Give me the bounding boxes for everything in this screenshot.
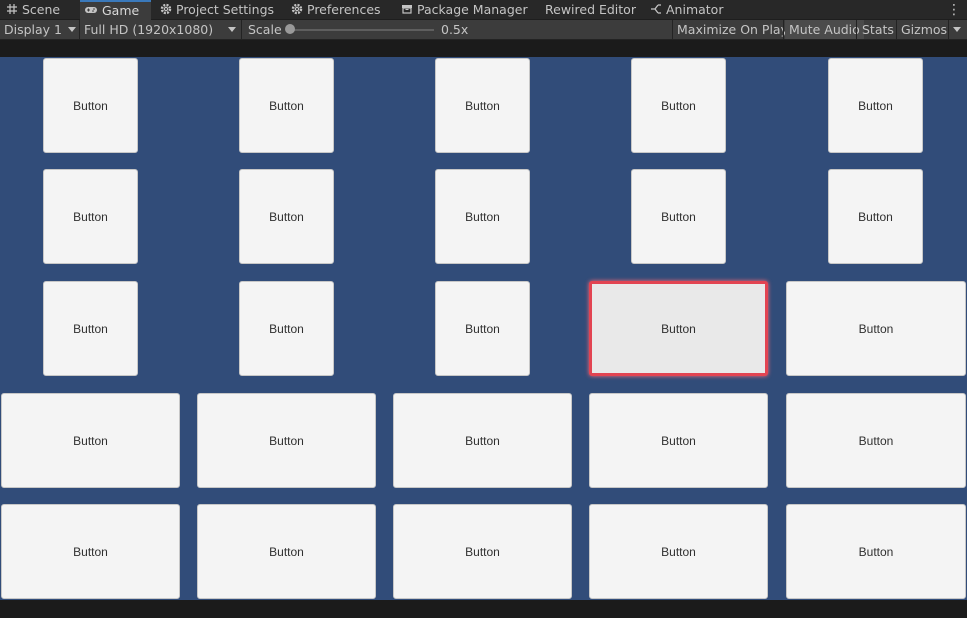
tab-label: Preferences: [307, 2, 381, 17]
grid-icon: [7, 4, 17, 14]
scale-slider-handle[interactable]: [285, 24, 295, 34]
game-view-toolbar: Display 1 Full HD (1920x1080) Scale 0.5x…: [0, 20, 967, 40]
game-button[interactable]: Button: [239, 169, 334, 264]
tab-animator[interactable]: Animator: [650, 0, 723, 20]
game-view-letterbox-bottom: [0, 600, 967, 618]
more-options-icon[interactable]: ⋮: [947, 0, 961, 20]
tab-package-manager[interactable]: Package Manager: [401, 0, 528, 20]
display-dropdown[interactable]: Display 1: [4, 20, 78, 39]
gear-icon: [291, 3, 303, 15]
game-button[interactable]: Button: [631, 58, 726, 153]
divider: [672, 20, 673, 39]
resolution-dropdown-label: Full HD (1920x1080): [84, 22, 214, 37]
game-button[interactable]: Button: [43, 169, 138, 264]
stats-toggle[interactable]: Stats: [862, 20, 894, 39]
chevron-down-icon: [68, 27, 76, 32]
game-button[interactable]: Button: [197, 504, 376, 599]
scale-label: Scale: [248, 22, 282, 37]
gizmos-dropdown-icon[interactable]: [953, 27, 961, 32]
game-view-letterbox-top: [0, 40, 967, 57]
game-button[interactable]: Button: [435, 281, 530, 376]
game-button[interactable]: Button: [589, 504, 768, 599]
divider: [783, 20, 784, 39]
mute-audio-toggle[interactable]: Mute Audio: [785, 20, 864, 39]
tab-label: Rewired Editor: [545, 2, 636, 17]
game-button[interactable]: Button: [1, 504, 180, 599]
game-button[interactable]: Button: [828, 169, 923, 264]
game-button[interactable]: Button: [43, 281, 138, 376]
game-button[interactable]: Button: [828, 58, 923, 153]
resolution-dropdown[interactable]: Full HD (1920x1080): [84, 20, 240, 39]
tab-label: Package Manager: [417, 2, 528, 17]
tab-label: Animator: [666, 2, 724, 17]
game-button[interactable]: Button: [393, 393, 572, 488]
game-button[interactable]: Button: [43, 58, 138, 153]
game-button[interactable]: Button: [786, 281, 966, 376]
display-dropdown-label: Display 1: [4, 22, 63, 37]
scale-slider-track[interactable]: [290, 29, 434, 31]
game-button[interactable]: Button: [239, 58, 334, 153]
chevron-down-icon: [228, 27, 236, 32]
game-button[interactable]: Button: [589, 393, 768, 488]
gear-icon: [160, 3, 172, 15]
game-button[interactable]: Button: [1, 393, 180, 488]
editor-tab-bar: Scene Game Project Settings Preferences …: [0, 0, 967, 20]
game-button-selected[interactable]: Button: [589, 281, 768, 376]
tab-project-settings[interactable]: Project Settings: [160, 0, 274, 20]
package-icon: [402, 5, 412, 14]
maximize-on-play-toggle[interactable]: Maximize On Play: [677, 20, 788, 39]
tab-label: Game: [102, 3, 140, 18]
divider: [896, 20, 897, 39]
tab-game[interactable]: Game: [80, 0, 151, 20]
divider: [948, 20, 949, 39]
tab-scene[interactable]: Scene: [6, 0, 60, 20]
divider: [79, 20, 80, 39]
game-button[interactable]: Button: [239, 281, 334, 376]
game-button[interactable]: Button: [393, 504, 572, 599]
tab-label: Project Settings: [176, 2, 275, 17]
divider: [241, 20, 242, 39]
gizmos-toggle[interactable]: Gizmos: [901, 20, 947, 39]
divider: [856, 20, 857, 39]
game-button[interactable]: Button: [786, 393, 966, 488]
game-button[interactable]: Button: [435, 58, 530, 153]
game-button[interactable]: Button: [197, 393, 376, 488]
tab-rewired-editor[interactable]: Rewired Editor: [545, 0, 636, 20]
scale-value: 0.5x: [441, 22, 469, 37]
tab-label: Scene: [22, 2, 61, 17]
game-view: Button Button Button Button Button Button Butt…: [0, 57, 967, 600]
gamepad-icon: [85, 7, 97, 13]
game-button[interactable]: Button: [435, 169, 530, 264]
game-button[interactable]: Button: [786, 504, 966, 599]
animator-icon: [651, 4, 661, 14]
tab-preferences[interactable]: Preferences: [291, 0, 381, 20]
game-button[interactable]: Button: [631, 169, 726, 264]
